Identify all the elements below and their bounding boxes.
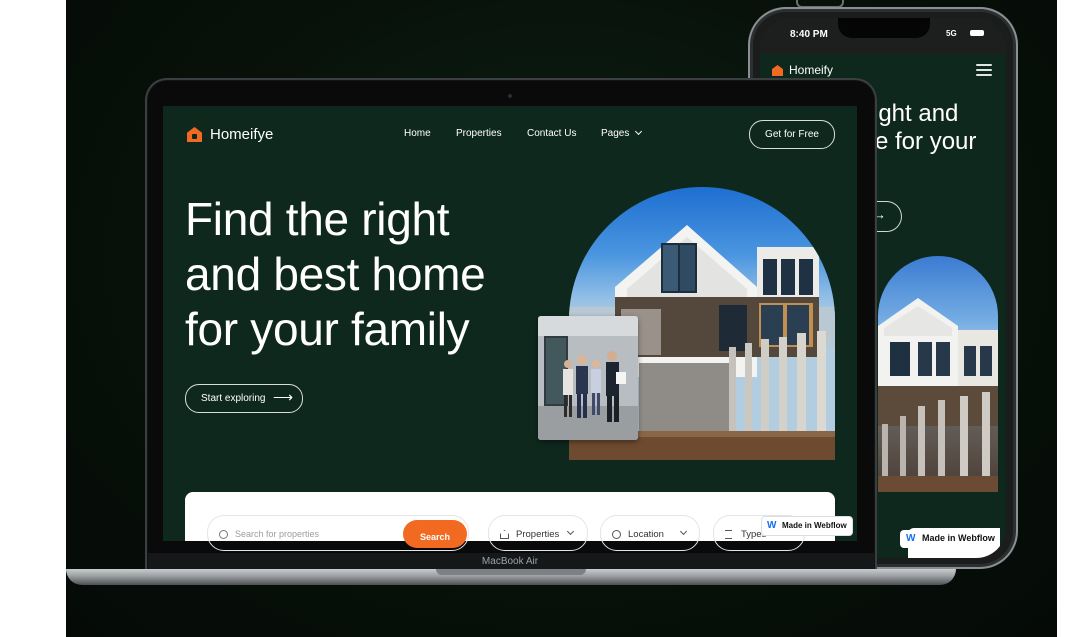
home-logo-icon — [772, 65, 783, 76]
laptop-model-label: MacBook Air — [481, 556, 539, 567]
phone-status-time: 8:40 PM — [790, 29, 828, 40]
webflow-badge-label: Made in Webflow — [782, 521, 847, 530]
menu-icon[interactable] — [976, 64, 992, 76]
hero-title-line-3: for your family — [185, 303, 470, 355]
phone-webflow-badge[interactable]: W Made in Webflow — [900, 530, 998, 548]
brand-name[interactable]: Homeifye — [210, 126, 273, 143]
start-exploring-label: Start exploring — [201, 393, 266, 404]
nav-contact[interactable]: Contact Us — [527, 128, 576, 139]
nav-pages-label: Pages — [601, 128, 630, 139]
phone-notch — [838, 18, 930, 38]
get-for-free-button[interactable]: Get for Free — [749, 120, 835, 149]
hero-title-line-1: Find the right — [185, 193, 450, 245]
nav-pages[interactable]: Pages — [601, 127, 643, 139]
filter-location-label: Location — [628, 529, 664, 540]
nav-home[interactable]: Home — [404, 128, 431, 139]
family-photo — [538, 316, 638, 440]
phone-signal-icon: 5G — [946, 29, 957, 38]
webflow-badge[interactable]: W Made in Webflow — [762, 517, 852, 535]
hero-title-line-2: and best home — [185, 248, 486, 300]
phone-webflow-label: Made in Webflow — [922, 533, 995, 543]
webflow-icon: W — [767, 520, 777, 531]
phone-brand[interactable]: Homeify — [789, 63, 833, 77]
location-pin-icon — [612, 530, 621, 539]
phone-hero-line-2: e for your — [875, 128, 977, 155]
webflow-icon: W — [906, 533, 916, 544]
search-placeholder: Search for properties — [235, 529, 320, 539]
phone-hero-image — [878, 256, 998, 492]
search-icon — [219, 530, 228, 539]
types-icon — [725, 530, 732, 539]
phone-hero-line-1: ight and — [873, 100, 959, 127]
arrow-right-icon: ⟶ — [273, 389, 294, 405]
laptop-camera — [508, 94, 512, 98]
battery-icon — [970, 30, 984, 36]
laptop-opening-notch — [436, 569, 586, 575]
filter-properties-label: Properties — [516, 529, 560, 540]
home-logo-icon — [187, 127, 202, 142]
chevron-down-icon — [635, 127, 643, 136]
nav-properties[interactable]: Properties — [456, 128, 502, 139]
phone-status-bar: 8:40 PM 5G — [760, 18, 1006, 54]
search-button[interactable]: Search — [403, 520, 467, 548]
laptop-screen: Homeifye Home Properties Contact Us Page… — [163, 106, 857, 541]
